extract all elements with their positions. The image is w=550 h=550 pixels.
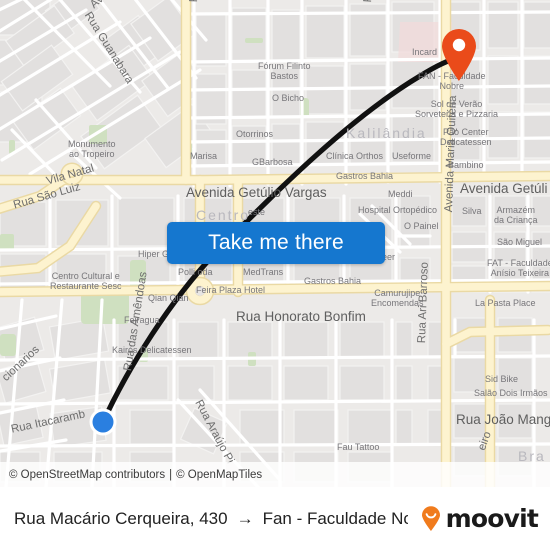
route-footer: Rua Macário Cerqueira, 430 → Fan - Facul… <box>0 487 550 550</box>
moovit-wordmark: moovit <box>445 504 539 533</box>
route-origin-label: Rua Macário Cerqueira, 430 <box>14 508 228 528</box>
attribution-separator: | <box>169 468 173 481</box>
openmaptiles-attribution-link[interactable]: © OpenMapTiles <box>176 469 262 481</box>
map-screenshot-page: Rua GuanabaraAvenRua São JoRua Arnold Si… <box>0 0 550 550</box>
moovit-pin-icon <box>421 505 440 531</box>
route-destination-label: Fan - Faculdade Nobre <box>262 508 408 528</box>
origin-dot[interactable] <box>88 407 118 437</box>
take-me-there-button[interactable]: Take me there <box>167 222 385 264</box>
map-attribution: © OpenStreetMap contributors | © OpenMap… <box>0 462 550 487</box>
osm-attribution-link[interactable]: © OpenStreetMap contributors <box>9 469 165 481</box>
map-canvas[interactable]: Rua GuanabaraAvenRua São JoRua Arnold Si… <box>0 0 550 487</box>
route-arrow-icon: → <box>236 508 254 528</box>
moovit-logo[interactable]: moovit <box>418 504 539 533</box>
route-summary: Rua Macário Cerqueira, 430 → Fan - Facul… <box>14 509 408 529</box>
destination-pin[interactable] <box>439 26 479 82</box>
